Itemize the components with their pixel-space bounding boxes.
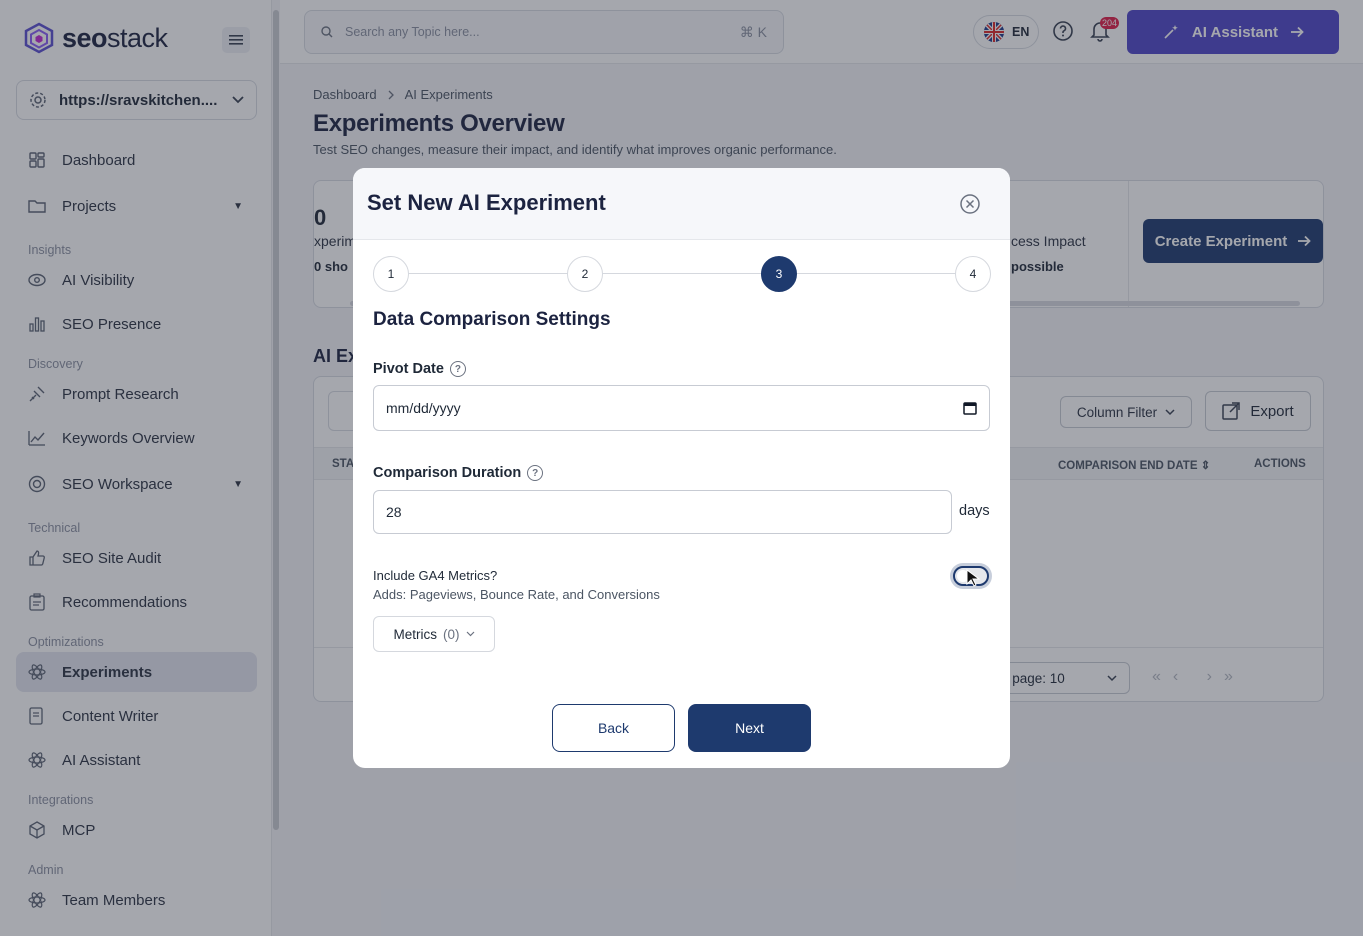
calendar-icon[interactable] <box>963 401 977 415</box>
step-3[interactable]: 3 <box>761 256 797 292</box>
back-button[interactable]: Back <box>552 704 675 752</box>
comparison-duration-input[interactable]: 28 <box>373 490 952 534</box>
chevron-down-icon <box>466 631 474 637</box>
ga4-toggle-description: Adds: Pageviews, Bounce Rate, and Conver… <box>373 587 660 602</box>
next-button[interactable]: Next <box>688 704 811 752</box>
metrics-dropdown[interactable]: Metrics (0) <box>373 616 495 652</box>
modal-title: Set New AI Experiment <box>367 190 606 215</box>
close-circle-icon <box>960 194 980 214</box>
mouse-cursor-icon <box>966 569 981 587</box>
form-section-title: Data Comparison Settings <box>373 309 611 330</box>
stepper-line <box>391 273 971 274</box>
help-icon[interactable]: ? <box>449 361 466 377</box>
pivot-date-input[interactable]: mm/dd/yyyy <box>373 385 990 431</box>
comparison-duration-value: 28 <box>386 504 402 520</box>
step-1[interactable]: 1 <box>373 256 409 292</box>
metrics-count: (0) <box>443 626 460 642</box>
metrics-label: Metrics <box>393 626 438 642</box>
pivot-date-value: mm/dd/yyyy <box>386 400 461 416</box>
step-2[interactable]: 2 <box>567 256 603 292</box>
ga4-toggle-label: Include GA4 Metrics? <box>373 568 498 583</box>
new-experiment-modal: Set New AI Experiment 1 2 3 4 Data Compa… <box>353 168 1010 768</box>
pivot-date-label: Pivot Date ? <box>373 361 466 377</box>
step-4[interactable]: 4 <box>955 256 991 292</box>
close-button[interactable] <box>959 193 981 215</box>
help-icon[interactable]: ? <box>527 465 544 481</box>
comparison-duration-label: Comparison Duration ? <box>373 465 544 481</box>
duration-unit: days <box>959 503 990 519</box>
modal-header: Set New AI Experiment <box>353 168 1010 240</box>
